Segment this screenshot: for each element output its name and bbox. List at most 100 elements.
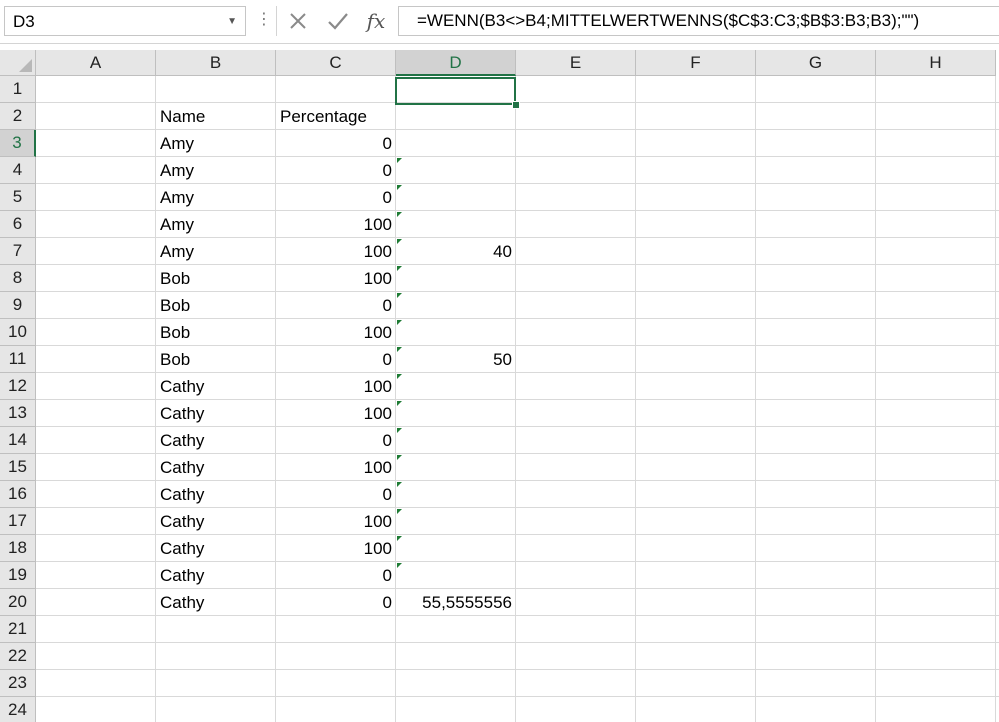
row-header-4[interactable]: 4 (0, 157, 36, 184)
percentage-cell[interactable]: 100 (276, 535, 396, 562)
name-cell[interactable]: Cathy (156, 427, 276, 454)
name-cell[interactable]: Cathy (156, 454, 276, 481)
percentage-cell[interactable]: 100 (276, 319, 396, 346)
column-header-g[interactable]: G (756, 50, 876, 76)
row-header-14[interactable]: 14 (0, 427, 36, 454)
row-header-3[interactable]: 3 (0, 130, 36, 157)
percentage-cell[interactable]: 0 (276, 427, 396, 454)
row-header-11[interactable]: 11 (0, 346, 36, 373)
percentage-cell[interactable]: 0 (276, 130, 396, 157)
column-header-e[interactable]: E (516, 50, 636, 76)
name-box[interactable]: D3 ▼ (4, 6, 246, 36)
cell-area[interactable]: Name Percentage Amy 0 Amy 0 Amy 0 Amy 100 Amy 100 40… (36, 76, 999, 722)
name-cell[interactable]: Bob (156, 346, 276, 373)
row-header-16[interactable]: 16 (0, 481, 36, 508)
name-cell[interactable]: Bob (156, 292, 276, 319)
name-cell[interactable]: Cathy (156, 589, 276, 616)
more-options-icon[interactable]: ⋮ (256, 8, 272, 34)
name-cell[interactable]: Cathy (156, 373, 276, 400)
average-cell[interactable]: 40 (396, 238, 516, 265)
error-indicator-icon (397, 428, 402, 433)
name-cell[interactable]: Cathy (156, 481, 276, 508)
select-all-corner[interactable] (0, 50, 36, 76)
error-indicator-icon (397, 266, 402, 271)
spreadsheet-grid: ABCDEFGH 1 2 3 4 5 6 7 8 9 10 11 12 13 14 15 16 17 18 19 20… (0, 50, 999, 722)
error-indicator-icon (397, 239, 402, 244)
percentage-cell[interactable]: 0 (276, 481, 396, 508)
row-header-15[interactable]: 15 (0, 454, 36, 481)
error-indicator-icon (397, 482, 402, 487)
row-header-12[interactable]: 12 (0, 373, 36, 400)
name-box-value[interactable]: D3 (13, 12, 35, 32)
percentage-cell[interactable]: 100 (276, 373, 396, 400)
percentage-cell[interactable]: 0 (276, 562, 396, 589)
average-cell[interactable]: 50 (396, 346, 516, 373)
row-header-9[interactable]: 9 (0, 292, 36, 319)
row-header-21[interactable]: 21 (0, 616, 36, 643)
percentage-cell[interactable]: 0 (276, 346, 396, 373)
row-header-20[interactable]: 20 (0, 589, 36, 616)
error-indicator-icon (397, 320, 402, 325)
row-header-7[interactable]: 7 (0, 238, 36, 265)
header-name-cell[interactable]: Name (156, 103, 276, 130)
percentage-cell[interactable]: 0 (276, 184, 396, 211)
average-cell[interactable]: 55,5555556 (396, 589, 516, 616)
row-header-6[interactable]: 6 (0, 211, 36, 238)
enter-check-icon[interactable] (322, 6, 354, 36)
header-percentage-cell[interactable]: Percentage (276, 103, 396, 130)
fx-icon[interactable]: fx (360, 6, 392, 36)
row-header-2[interactable]: 2 (0, 103, 36, 130)
formula-bar-divider (276, 6, 277, 36)
name-cell[interactable]: Amy (156, 184, 276, 211)
name-cell[interactable]: Bob (156, 265, 276, 292)
formula-text[interactable]: =WENN(B3<>B4;MITTELWERTWENNS($C$3:C3;$B$… (417, 11, 919, 31)
name-cell[interactable]: Cathy (156, 535, 276, 562)
column-header-d[interactable]: D (396, 50, 516, 76)
name-cell[interactable]: Amy (156, 238, 276, 265)
name-cell[interactable]: Amy (156, 157, 276, 184)
row-header-8[interactable]: 8 (0, 265, 36, 292)
formula-bar: D3 ▼ ⋮ fx =WENN(B3<>B4;MITTELWERTWENNS($… (0, 0, 999, 44)
error-indicator-icon (397, 293, 402, 298)
name-cell[interactable]: Bob (156, 319, 276, 346)
column-header-c[interactable]: C (276, 50, 396, 76)
error-indicator-icon (397, 185, 402, 190)
percentage-cell[interactable]: 100 (276, 238, 396, 265)
name-cell[interactable]: Cathy (156, 400, 276, 427)
percentage-cell[interactable]: 0 (276, 157, 396, 184)
name-cell[interactable]: Cathy (156, 508, 276, 535)
percentage-cell[interactable]: 0 (276, 292, 396, 319)
error-indicator-icon (397, 374, 402, 379)
row-header-24[interactable]: 24 (0, 697, 36, 722)
column-header-h[interactable]: H (876, 50, 996, 76)
percentage-cell[interactable]: 100 (276, 400, 396, 427)
row-header-22[interactable]: 22 (0, 643, 36, 670)
row-header-10[interactable]: 10 (0, 319, 36, 346)
active-cell-selection[interactable] (395, 77, 516, 105)
column-header-a[interactable]: A (36, 50, 156, 76)
name-cell[interactable]: Amy (156, 211, 276, 238)
percentage-cell[interactable]: 100 (276, 265, 396, 292)
row-header-23[interactable]: 23 (0, 670, 36, 697)
row-header-1[interactable]: 1 (0, 76, 36, 103)
name-cell[interactable]: Amy (156, 130, 276, 157)
row-header-19[interactable]: 19 (0, 562, 36, 589)
error-indicator-icon (397, 509, 402, 514)
cancel-icon[interactable] (282, 6, 314, 36)
percentage-cell[interactable]: 100 (276, 454, 396, 481)
row-header-13[interactable]: 13 (0, 400, 36, 427)
row-header-17[interactable]: 17 (0, 508, 36, 535)
column-header-b[interactable]: B (156, 50, 276, 76)
row-header-18[interactable]: 18 (0, 535, 36, 562)
fill-handle[interactable] (512, 101, 520, 109)
column-header-f[interactable]: F (636, 50, 756, 76)
error-indicator-icon (397, 212, 402, 217)
chevron-down-icon[interactable]: ▼ (227, 13, 237, 31)
row-header-5[interactable]: 5 (0, 184, 36, 211)
percentage-cell[interactable]: 0 (276, 589, 396, 616)
formula-input[interactable]: =WENN(B3<>B4;MITTELWERTWENNS($C$3:C3;$B$… (398, 6, 999, 36)
percentage-cell[interactable]: 100 (276, 508, 396, 535)
error-indicator-icon (397, 455, 402, 460)
percentage-cell[interactable]: 100 (276, 211, 396, 238)
name-cell[interactable]: Cathy (156, 562, 276, 589)
